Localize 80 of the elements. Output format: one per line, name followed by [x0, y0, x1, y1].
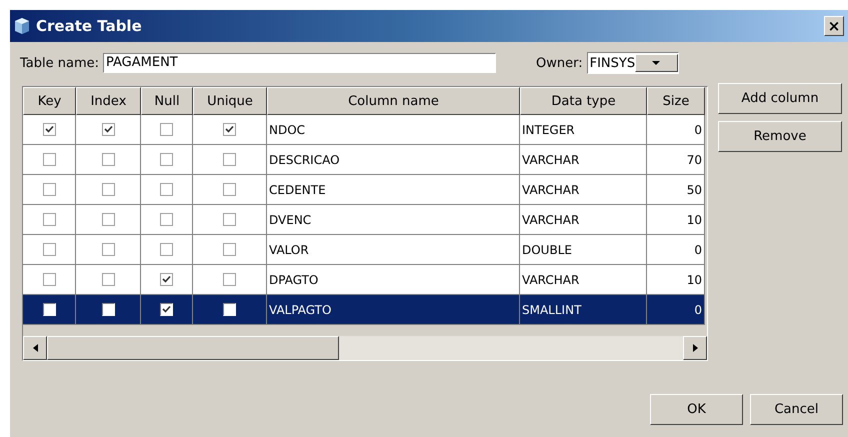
table-cell: VARCHAR: [520, 265, 647, 295]
owner-label: Owner:: [536, 56, 583, 70]
checkbox[interactable]: [160, 213, 173, 226]
scroll-left-button[interactable]: [23, 336, 47, 360]
table-cell: 50: [647, 175, 705, 205]
dialog-button[interactable]: OK: [650, 394, 743, 425]
table-row[interactable]: VALPAGTO SMALLINT 0: [23, 295, 707, 325]
table-name-field[interactable]: PAGAMENT: [103, 53, 496, 73]
table-cell: VARCHAR: [520, 205, 647, 235]
table-cell: DPAGTO: [267, 265, 520, 295]
table-cell: DESCRICAO: [267, 145, 520, 175]
side-button[interactable]: Add column: [718, 83, 842, 114]
column-header[interactable]: Null: [141, 87, 193, 115]
checkbox[interactable]: [102, 123, 114, 136]
checkbox[interactable]: [160, 303, 173, 316]
checkbox[interactable]: [160, 123, 173, 136]
checkbox[interactable]: [102, 273, 114, 286]
table-row[interactable]: CEDENTE VARCHAR 50: [23, 175, 707, 205]
table-cell: 0: [647, 235, 705, 265]
right-arrow-icon: [692, 344, 698, 352]
checkbox[interactable]: [42, 243, 56, 256]
table-cell: DOUBLE: [520, 235, 647, 265]
checkbox[interactable]: [223, 153, 236, 166]
column-header[interactable]: Data type: [520, 87, 647, 115]
column-header[interactable]: Key: [23, 87, 76, 115]
checkbox[interactable]: [160, 153, 173, 166]
checkbox[interactable]: [223, 183, 236, 196]
side-button[interactable]: Remove: [718, 121, 842, 152]
table-cell: SMALLINT: [520, 295, 647, 325]
checkbox[interactable]: [102, 303, 114, 316]
close-button[interactable]: ×: [824, 16, 844, 36]
checkbox[interactable]: [223, 243, 236, 256]
table-cell: 10: [647, 265, 705, 295]
column-header[interactable]: Index: [76, 87, 141, 115]
left-arrow-icon: [32, 344, 38, 352]
checkbox[interactable]: [160, 183, 173, 196]
table-row[interactable]: DPAGTO VARCHAR 10: [23, 265, 707, 295]
dropdown-arrow-icon: [652, 60, 660, 66]
table-cell: 0: [647, 115, 705, 145]
table-row[interactable]: VALOR DOUBLE 0: [23, 235, 707, 265]
table-row[interactable]: DVENC VARCHAR 10: [23, 205, 707, 235]
checkbox[interactable]: [223, 273, 236, 286]
table-cell: VARCHAR: [520, 175, 647, 205]
table-row[interactable]: NDOC INTEGER 0: [23, 115, 707, 145]
table-cell: DVENC: [267, 205, 520, 235]
table-cell: VALOR: [267, 235, 520, 265]
checkbox[interactable]: [102, 243, 114, 256]
checkbox[interactable]: [223, 303, 236, 316]
table-cell: NDOC: [267, 115, 520, 145]
table-cell: CEDENTE: [267, 175, 520, 205]
checkbox[interactable]: [42, 303, 56, 316]
table-cell: INTEGER: [520, 115, 647, 145]
checkbox[interactable]: [42, 183, 56, 196]
checkbox[interactable]: [42, 273, 56, 286]
checkbox[interactable]: [42, 213, 56, 226]
dialog-button[interactable]: Cancel: [750, 394, 843, 425]
column-header[interactable]: Size: [647, 87, 705, 115]
checkbox[interactable]: [102, 213, 114, 226]
checkbox[interactable]: [160, 273, 173, 286]
table-cell: VARCHAR: [520, 145, 647, 175]
checkbox[interactable]: [102, 153, 114, 166]
scroll-right-button[interactable]: [683, 336, 707, 360]
checkbox[interactable]: [223, 213, 236, 226]
checkbox[interactable]: [42, 153, 56, 166]
table-cell: VALPAGTO: [267, 295, 520, 325]
table-name-label: Table name:: [20, 56, 99, 70]
table-cell: 10: [647, 205, 705, 235]
scrollbar-thumb[interactable]: [47, 336, 339, 360]
table-cell: 0: [647, 295, 705, 325]
column-header[interactable]: Unique: [193, 87, 267, 115]
checkbox[interactable]: [223, 123, 236, 136]
cube-icon: [14, 17, 30, 35]
table-cell: 70: [647, 145, 705, 175]
checkbox[interactable]: [102, 183, 114, 196]
window-title: Create Table: [36, 17, 143, 35]
checkbox[interactable]: [42, 123, 56, 136]
checkbox[interactable]: [160, 243, 173, 256]
table-row[interactable]: DESCRICAO VARCHAR 70: [23, 145, 707, 175]
column-header[interactable]: Column name: [267, 87, 520, 115]
owner-dropdown[interactable]: FINSYS: [586, 52, 679, 74]
